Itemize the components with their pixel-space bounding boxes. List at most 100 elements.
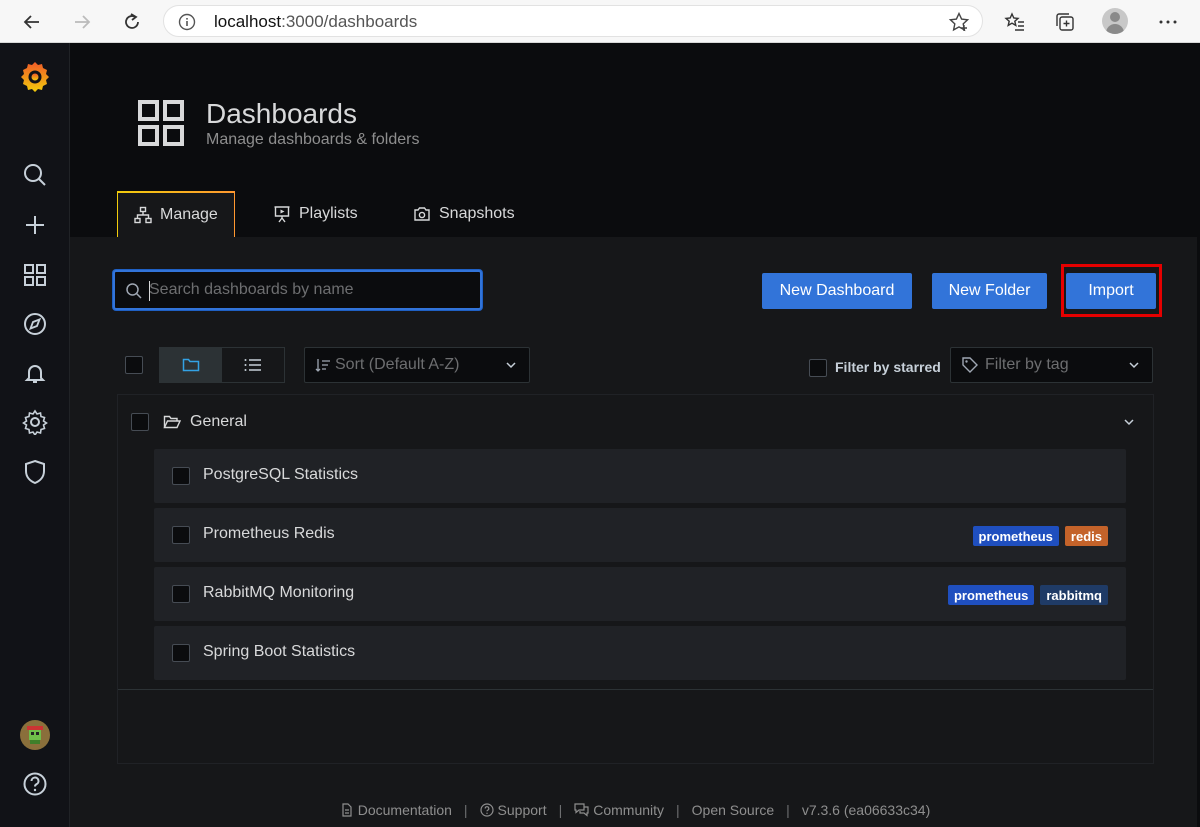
footer-separator: |	[676, 802, 680, 818]
explore-compass-icon[interactable]	[20, 309, 50, 339]
comments-icon	[574, 803, 589, 817]
list-icon	[244, 359, 261, 371]
tab-playlists[interactable]: Playlists	[257, 191, 374, 237]
sitemap-icon	[134, 206, 152, 224]
dashboard-name: RabbitMQ Monitoring	[203, 584, 355, 601]
folder-general-row[interactable]: General	[118, 395, 1153, 449]
filter-starred-checkbox[interactable]	[809, 359, 827, 377]
tab-manage[interactable]: Manage	[117, 191, 235, 237]
folder-icon	[182, 358, 200, 372]
text-cursor	[149, 281, 150, 301]
dashboard-name: Prometheus Redis	[203, 525, 335, 542]
tab-snapshots[interactable]: Snapshots	[397, 191, 531, 237]
footer: Documentation | Support | Community | Op…	[70, 800, 1200, 820]
filter-starred-label: Filter by starred	[835, 359, 941, 375]
select-all-checkbox[interactable]	[125, 356, 143, 374]
address-bar[interactable]: localhost:3000/dashboards	[163, 5, 983, 37]
footer-separator: |	[558, 802, 563, 818]
footer-separator: |	[463, 802, 468, 818]
dashboard-list: General PostgreSQL Statistics Prometheus…	[117, 394, 1154, 764]
main-content: Dashboards Manage dashboards & folders M…	[70, 43, 1200, 827]
dashboard-checkbox[interactable]	[172, 467, 190, 485]
page-header: Dashboards Manage dashboards & folders M…	[70, 43, 1200, 237]
chevron-down-icon[interactable]	[1123, 416, 1135, 428]
dashboard-item-rabbitmq[interactable]: RabbitMQ Monitoring prometheus rabbitmq	[154, 567, 1126, 621]
dashboard-checkbox[interactable]	[172, 585, 190, 603]
community-link[interactable]: Community	[574, 802, 664, 818]
user-avatar-icon[interactable]	[20, 720, 50, 750]
filter-by-tag-select[interactable]: Filter by tag	[950, 347, 1153, 383]
refresh-icon	[125, 13, 139, 29]
dashboard-item-prometheus-redis[interactable]: Prometheus Redis prometheus redis	[154, 508, 1126, 562]
sort-order-icon	[315, 359, 330, 372]
documentation-link[interactable]: Documentation	[340, 802, 452, 818]
footer-separator: |	[786, 802, 790, 818]
folder-view-button[interactable]	[160, 348, 222, 382]
camera-icon	[414, 207, 430, 221]
tag-prometheus[interactable]: prometheus	[972, 526, 1059, 546]
dashboard-checkbox[interactable]	[172, 526, 190, 544]
version-label: v7.3.6 (ea06633c34)	[801, 802, 931, 818]
support-link[interactable]: Support	[479, 802, 547, 818]
import-highlight-box	[1061, 264, 1162, 317]
tag-redis[interactable]: redis	[1064, 526, 1108, 546]
dashboards-header-icon	[137, 99, 185, 152]
more-horizontal-icon	[1159, 20, 1177, 24]
favorite-star-icon[interactable]	[948, 11, 970, 38]
favorites-button[interactable]	[1001, 8, 1029, 36]
back-button[interactable]	[18, 8, 46, 36]
folder-name: General	[190, 413, 247, 430]
dashboard-item-postgresql[interactable]: PostgreSQL Statistics	[154, 449, 1126, 503]
dashboard-name: Spring Boot Statistics	[203, 643, 356, 660]
search-icon[interactable]	[20, 160, 50, 190]
alerting-bell-icon[interactable]	[20, 358, 50, 388]
question-circle-icon	[479, 803, 494, 817]
page-subtitle: Manage dashboards & folders	[206, 131, 420, 148]
open-source-link[interactable]: Open Source	[692, 802, 775, 818]
search-icon	[125, 282, 143, 305]
list-view-button[interactable]	[222, 348, 284, 382]
profile-avatar[interactable]	[1102, 8, 1128, 34]
tag-list: prometheus redis	[972, 526, 1108, 546]
new-dashboard-button[interactable]: New Dashboard	[762, 273, 912, 309]
more-menu-button[interactable]	[1154, 8, 1182, 36]
tag-icon	[962, 357, 978, 373]
grafana-logo-icon[interactable]	[17, 58, 53, 94]
chevron-down-icon	[506, 362, 516, 369]
page-title: Dashboards	[206, 98, 357, 129]
new-folder-button[interactable]: New Folder	[932, 273, 1047, 309]
forward-button[interactable]	[68, 8, 96, 36]
tag-rabbitmq[interactable]: rabbitmq	[1040, 585, 1108, 605]
configuration-gear-icon[interactable]	[20, 407, 50, 437]
url-text: localhost:3000/dashboards	[214, 12, 418, 31]
tag-list: prometheus rabbitmq	[947, 585, 1108, 605]
document-icon	[342, 803, 352, 817]
chevron-down-icon	[1129, 362, 1139, 369]
folder-checkbox[interactable]	[131, 413, 149, 431]
create-plus-icon[interactable]	[20, 210, 50, 240]
collections-button[interactable]	[1051, 8, 1079, 36]
dashboard-name: PostgreSQL Statistics	[203, 466, 359, 483]
arrow-right-icon	[75, 15, 91, 29]
side-menu	[0, 43, 70, 827]
server-admin-shield-icon[interactable]	[20, 457, 50, 487]
help-question-icon[interactable]	[20, 769, 50, 799]
layout-toggle	[159, 347, 285, 383]
search-input[interactable]	[149, 278, 469, 302]
dashboard-item-spring-boot[interactable]: Spring Boot Statistics	[154, 626, 1126, 680]
search-dashboards-field[interactable]	[113, 270, 482, 310]
screen: localhost:3000/dashboards Dashboards Man…	[0, 0, 1200, 827]
dashboard-checkbox[interactable]	[172, 644, 190, 662]
presentation-play-icon	[274, 206, 290, 223]
tag-prometheus[interactable]: prometheus	[947, 585, 1035, 605]
sort-select[interactable]: Sort (Default A-Z)	[304, 347, 530, 383]
browser-toolbar: localhost:3000/dashboards	[0, 0, 1200, 43]
refresh-button[interactable]	[118, 8, 146, 36]
info-icon[interactable]	[178, 13, 196, 36]
list-divider	[118, 689, 1153, 690]
folder-open-icon	[163, 415, 181, 429]
dashboards-grid-icon[interactable]	[20, 260, 50, 290]
favorites-list-icon	[1004, 12, 1024, 31]
arrow-left-icon	[23, 15, 39, 29]
collections-icon	[1056, 13, 1074, 31]
